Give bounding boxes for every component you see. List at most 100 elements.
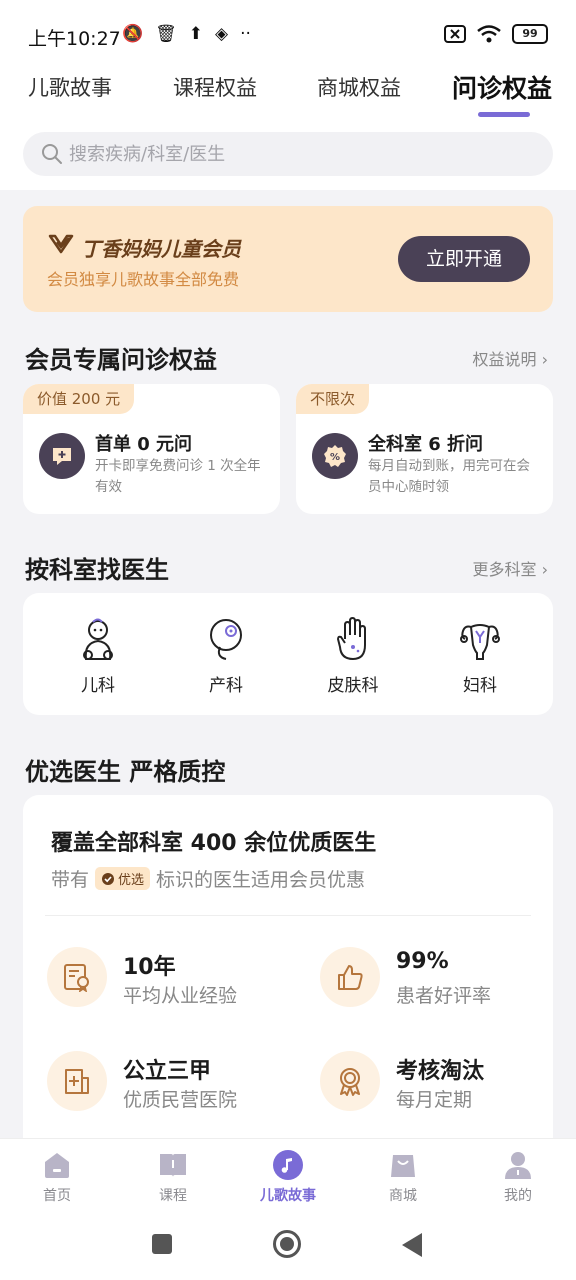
active-tab-indicator bbox=[478, 112, 530, 117]
doctors-card: 覆盖全部科室 400 余位优质医生 带有 优选 标识的医生适用会员优惠 10年 … bbox=[23, 795, 553, 1140]
home-system-button[interactable] bbox=[272, 1229, 302, 1263]
home-icon bbox=[45, 1153, 69, 1178]
search-icon bbox=[42, 144, 62, 164]
nav-label: 首页 bbox=[43, 1188, 71, 1204]
top-tabs: 儿歌故事 课程权益 商城权益 问诊权益 bbox=[0, 64, 576, 124]
certificate-icon bbox=[47, 947, 107, 1007]
system-navigation bbox=[0, 1222, 576, 1280]
dept-pediatrics[interactable]: 儿科 bbox=[43, 617, 153, 696]
banner-subtitle: 会员独享儿歌故事全部免费 bbox=[47, 270, 240, 289]
nav-mall[interactable]: 商城 bbox=[358, 1149, 448, 1205]
preferred-badge-label: 优选 bbox=[118, 873, 145, 888]
doctors-sub-suffix: 标识的医生适用会员优惠 bbox=[156, 869, 366, 891]
mute-bell-icon: 🔕 bbox=[122, 24, 144, 44]
divider bbox=[45, 915, 531, 916]
nav-kids-songs[interactable]: 儿歌故事 bbox=[243, 1149, 333, 1205]
chevron-right-icon: › bbox=[541, 350, 548, 369]
nav-label: 我的 bbox=[504, 1188, 532, 1204]
preferred-badge: 优选 bbox=[95, 867, 151, 890]
uterus-icon bbox=[460, 624, 500, 660]
nav-mine[interactable]: 我的 bbox=[473, 1149, 563, 1205]
stat-value: 10年 bbox=[123, 955, 176, 980]
book-icon bbox=[160, 1154, 186, 1177]
dept-dermatology[interactable]: 皮肤科 bbox=[298, 617, 408, 696]
upload-icon: ⬆ bbox=[188, 24, 204, 44]
benefits-explanation-label: 权益说明 bbox=[472, 350, 537, 369]
stat-value: 考核淘汰 bbox=[396, 1059, 485, 1084]
departments-title: 按科室找医生 bbox=[25, 556, 169, 584]
tab-mall-benefits[interactable]: 商城权益 bbox=[317, 72, 401, 102]
nav-home[interactable]: 首页 bbox=[12, 1149, 102, 1205]
pregnancy-icon bbox=[210, 619, 242, 660]
shopping-bag-icon bbox=[391, 1155, 415, 1177]
tab-course-benefits[interactable]: 课程权益 bbox=[173, 72, 257, 102]
search-bar[interactable] bbox=[23, 132, 553, 176]
chat-plus-icon bbox=[39, 433, 85, 479]
search-section bbox=[0, 124, 576, 190]
square-icon bbox=[152, 1234, 172, 1254]
wifi-icon bbox=[477, 25, 501, 43]
doctors-sub-prefix: 带有 bbox=[51, 869, 90, 891]
membership-banner[interactable]: 丁香妈妈儿童会员 会员独享儿歌故事全部免费 立即开通 bbox=[23, 206, 553, 312]
dept-label: 儿科 bbox=[81, 676, 115, 696]
search-input[interactable] bbox=[69, 132, 539, 176]
battery-indicator: 99 bbox=[512, 24, 548, 44]
benefit-description: 开卡即享免费问诊 1 次全年有效 bbox=[95, 458, 261, 495]
dept-label: 产科 bbox=[209, 676, 243, 696]
tab-consultation-benefits[interactable]: 问诊权益 bbox=[452, 69, 552, 105]
dept-label: 皮肤科 bbox=[327, 676, 379, 696]
hand-icon bbox=[337, 617, 366, 660]
back-button[interactable] bbox=[400, 1232, 424, 1262]
dept-obstetrics[interactable]: 产科 bbox=[171, 617, 281, 696]
nav-label: 课程 bbox=[159, 1188, 187, 1204]
open-membership-button[interactable]: 立即开通 bbox=[398, 236, 530, 282]
nav-course[interactable]: 课程 bbox=[128, 1149, 218, 1205]
benefit-tag: 不限次 bbox=[296, 384, 370, 414]
bottom-navigation: 首页 课程 儿歌故事 商城 我的 bbox=[0, 1138, 576, 1222]
check-badge-icon bbox=[102, 872, 115, 885]
dxy-logo-icon bbox=[48, 234, 74, 254]
stat-value: 99% bbox=[396, 949, 449, 974]
dept-gynecology[interactable]: 妇科 bbox=[425, 617, 535, 696]
stat-label: 平均从业经验 bbox=[123, 985, 238, 1007]
more-departments-label: 更多科室 bbox=[472, 560, 537, 579]
no-sim-icon bbox=[444, 25, 466, 43]
benefit-title: 全科室 6 折问 bbox=[368, 434, 484, 455]
doctors-section-title: 优选医生 严格质控 bbox=[25, 758, 226, 786]
doctors-headline: 覆盖全部科室 400 余位优质医生 bbox=[51, 831, 377, 856]
app-icon: ◈ bbox=[215, 24, 229, 44]
benefits-explanation-link[interactable]: 权益说明 › bbox=[472, 346, 548, 370]
recent-apps-button[interactable] bbox=[150, 1232, 174, 1260]
banner-title: 丁香妈妈儿童会员 bbox=[81, 237, 241, 261]
benefit-tag: 价值 200 元 bbox=[23, 384, 135, 414]
benefit-title: 首单 0 元问 bbox=[95, 434, 193, 455]
medal-icon bbox=[320, 1051, 380, 1111]
stat-label: 患者好评率 bbox=[396, 985, 492, 1007]
status-time: 上午10:27 bbox=[28, 28, 121, 50]
music-icon bbox=[273, 1150, 303, 1180]
stat-value: 公立三甲 bbox=[123, 1059, 212, 1084]
status-notification-icons: 🔕 🗑 ⬆ ◈ ·· bbox=[122, 24, 251, 44]
stat-label: 优质民营医院 bbox=[123, 1089, 238, 1111]
benefit-description: 每月自动到账，用完可在会员中心随时领 bbox=[368, 458, 530, 495]
user-icon bbox=[505, 1152, 531, 1179]
circle-icon bbox=[273, 1230, 301, 1258]
benefit-card-discount[interactable]: 不限次 % 全科室 6 折问 每月自动到账，用完可在会员中心随时领 bbox=[296, 384, 553, 514]
baby-icon bbox=[83, 618, 113, 660]
nav-label: 儿歌故事 bbox=[260, 1188, 316, 1204]
trash-icon: 🗑 bbox=[155, 24, 177, 44]
status-right-icons: 99 bbox=[444, 24, 548, 44]
status-bar: 上午10:27 🔕 🗑 ⬆ ◈ ·· 99 bbox=[0, 0, 576, 64]
svg-text:%: % bbox=[330, 452, 340, 463]
more-dots-icon: ·· bbox=[240, 24, 251, 44]
member-benefits-title: 会员专属问诊权益 bbox=[25, 346, 217, 374]
dept-label: 妇科 bbox=[463, 676, 497, 696]
benefit-card-first-order[interactable]: 价值 200 元 首单 0 元问 开卡即享免费问诊 1 次全年有效 bbox=[23, 384, 280, 514]
stat-label: 每月定期 bbox=[396, 1089, 473, 1111]
thumbs-up-icon bbox=[320, 947, 380, 1007]
more-departments-link[interactable]: 更多科室 › bbox=[472, 556, 548, 580]
tab-kids-songs[interactable]: 儿歌故事 bbox=[28, 72, 112, 102]
hospital-icon bbox=[47, 1051, 107, 1111]
doctors-subline: 带有 优选 标识的医生适用会员优惠 bbox=[51, 865, 365, 892]
nav-label: 商城 bbox=[389, 1188, 417, 1204]
